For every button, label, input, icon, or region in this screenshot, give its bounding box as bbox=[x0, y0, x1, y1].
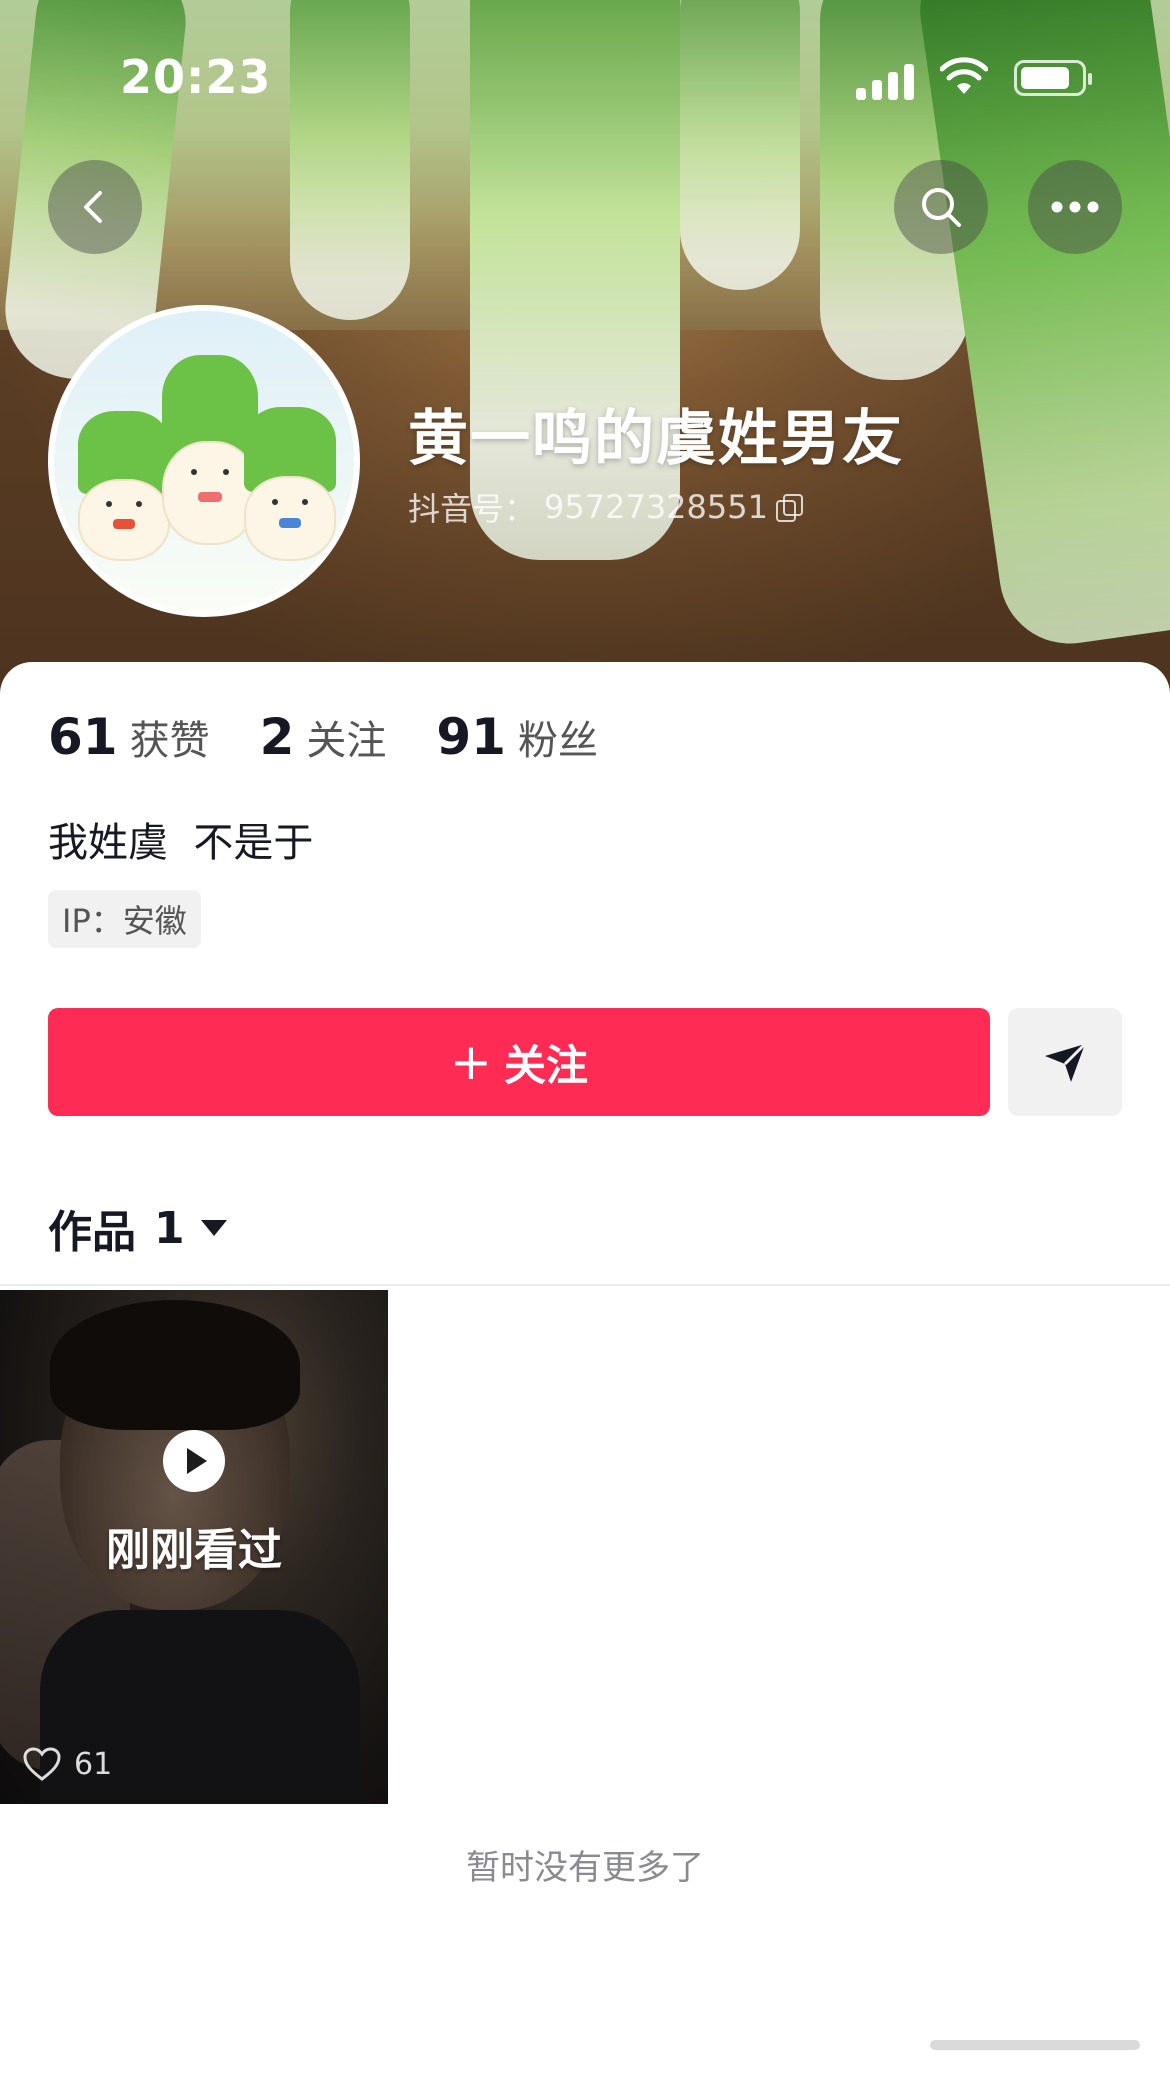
profile-bio: 我姓虞 不是于 bbox=[48, 820, 314, 866]
profile-stats: 61 获赞 2 关注 91 粉丝 bbox=[48, 708, 648, 766]
back-button[interactable] bbox=[48, 160, 142, 254]
ip-location-tag: IP：安徽 bbox=[48, 890, 201, 948]
video-likes-count: 61 bbox=[74, 1746, 113, 1782]
stat-label: 关注 bbox=[306, 718, 387, 764]
message-button[interactable] bbox=[1008, 1008, 1122, 1116]
stat-likes[interactable]: 61 获赞 bbox=[48, 708, 210, 766]
video-thumbnail[interactable]: 刚刚看过 61 bbox=[0, 1290, 388, 1804]
avatar[interactable] bbox=[48, 305, 360, 617]
recently-watched-label: 刚刚看过 bbox=[106, 1525, 282, 1576]
heart-icon bbox=[23, 1747, 61, 1781]
send-arrow-icon bbox=[1045, 1042, 1087, 1082]
copy-icon[interactable] bbox=[775, 494, 803, 522]
follow-button-label: 关注 bbox=[503, 1040, 588, 1090]
more-button[interactable] bbox=[1028, 160, 1122, 254]
douyin-id-value: 95727328551 bbox=[544, 488, 768, 526]
stat-following[interactable]: 2 关注 bbox=[260, 708, 387, 766]
follow-button[interactable]: + 关注 bbox=[48, 1008, 990, 1116]
no-more-content: 暂时没有更多了 bbox=[466, 1848, 704, 1888]
chevron-left-icon bbox=[84, 191, 102, 223]
divider bbox=[0, 1284, 1170, 1286]
more-dots-icon bbox=[1051, 201, 1099, 213]
play-icon bbox=[163, 1430, 225, 1492]
cellular-signal-icon bbox=[856, 60, 916, 100]
profile-card: 61 获赞 2 关注 91 粉丝 我姓虞 不是于 IP：安徽 + 关注 作品 1 bbox=[0, 662, 1170, 2075]
search-button[interactable] bbox=[894, 160, 988, 254]
battery-icon bbox=[1014, 60, 1092, 96]
stat-label: 获赞 bbox=[129, 718, 210, 764]
wifi-icon bbox=[940, 57, 988, 94]
video-likes: 61 bbox=[22, 1746, 112, 1782]
status-time: 20:23 bbox=[120, 50, 272, 104]
status-bar: 20:23 bbox=[0, 0, 1170, 130]
works-tab-label: 作品 bbox=[48, 1207, 136, 1258]
tab-works[interactable]: 作品 1 bbox=[48, 1196, 227, 1260]
douyin-id-label: 抖音号： bbox=[408, 490, 537, 528]
caret-down-icon[interactable] bbox=[200, 1220, 227, 1236]
stat-label: 粉丝 bbox=[517, 718, 598, 764]
search-icon bbox=[922, 188, 961, 227]
works-count: 1 bbox=[154, 1202, 185, 1254]
stat-value: 61 bbox=[48, 708, 118, 766]
home-indicator[interactable] bbox=[930, 2040, 1140, 2050]
plus-icon: + bbox=[450, 1033, 492, 1091]
stat-value: 2 bbox=[259, 708, 295, 766]
profile-name: 黄一鸣的虞姓男友 bbox=[408, 404, 904, 474]
stat-followers[interactable]: 91 粉丝 bbox=[436, 708, 598, 766]
douyin-id[interactable]: 抖音号： 95727328551 bbox=[408, 484, 803, 530]
stat-value: 91 bbox=[436, 708, 506, 766]
